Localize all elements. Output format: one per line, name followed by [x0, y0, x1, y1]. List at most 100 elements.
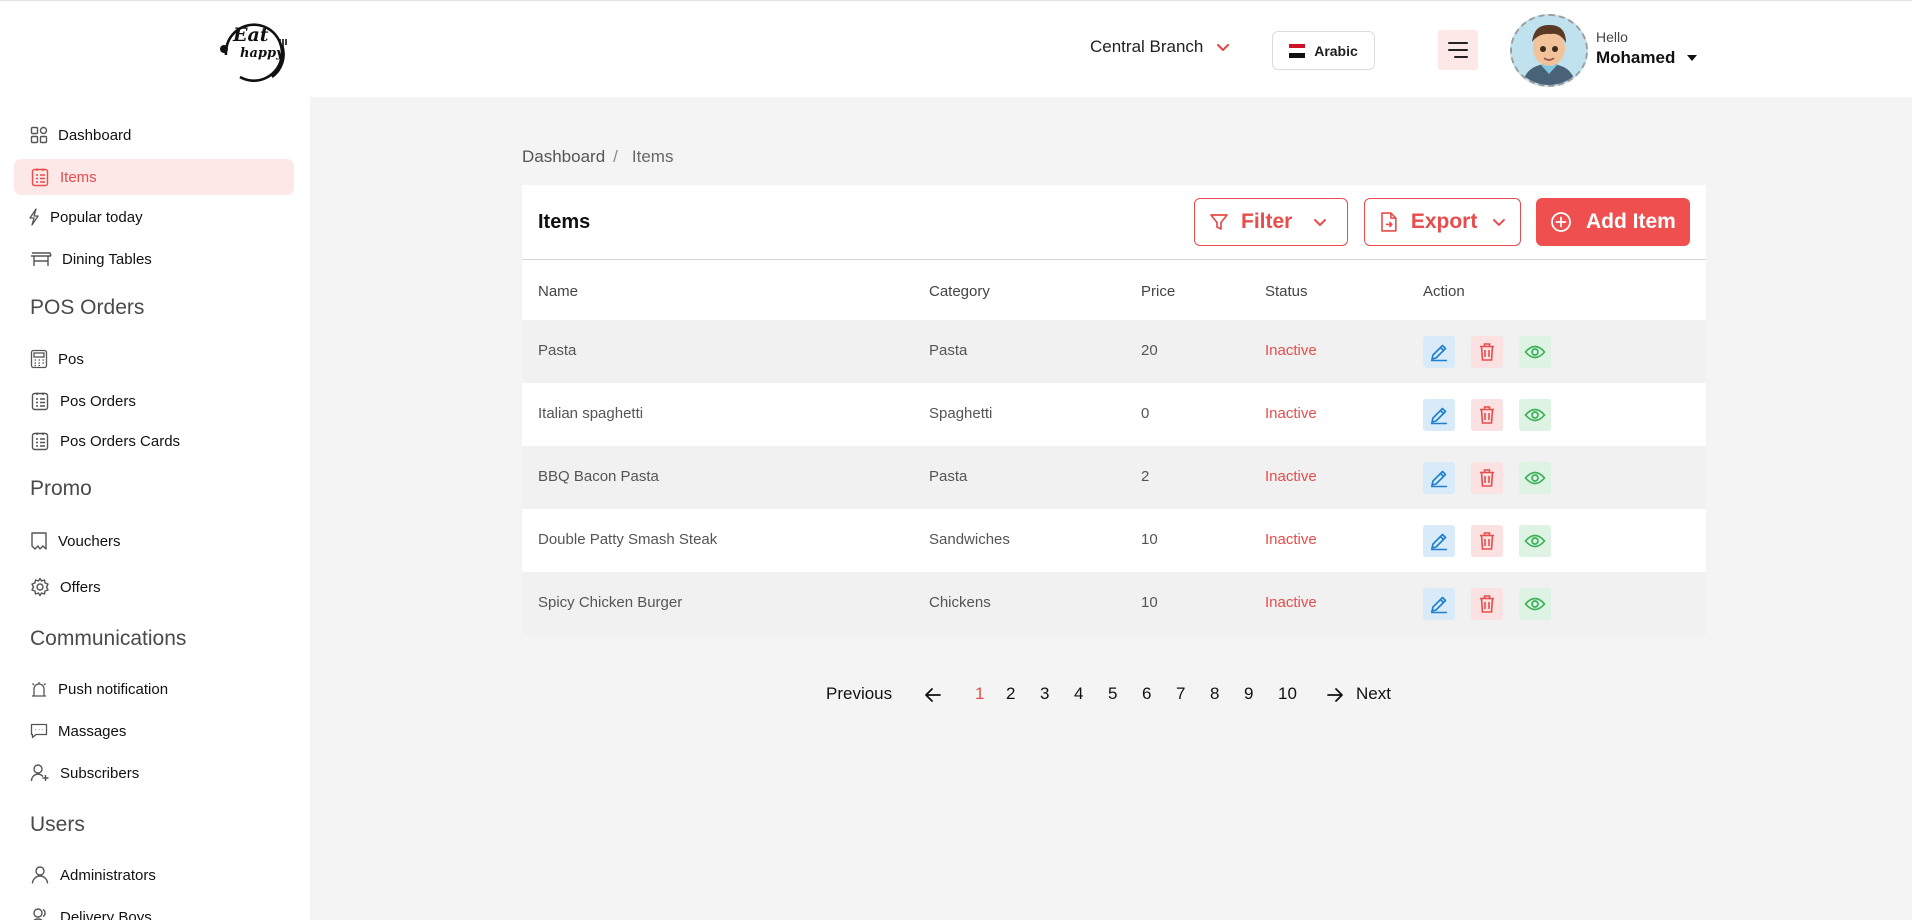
edit-button[interactable] — [1423, 525, 1455, 557]
status-badge: Inactive — [1265, 468, 1317, 485]
page-5-button[interactable]: 5 — [1108, 684, 1117, 704]
table-row: Double Patty Smash Steak Sandwiches 10 I… — [522, 509, 1706, 572]
sidebar-item-label: Massages — [58, 722, 127, 740]
hamburger-menu-icon — [1448, 42, 1468, 58]
breadcrumb-current: Items — [631, 147, 674, 166]
delete-button[interactable] — [1471, 399, 1503, 431]
page-4-button[interactable]: 4 — [1074, 684, 1083, 704]
delete-button[interactable] — [1471, 336, 1503, 368]
table-header: Name Category Price Status Action — [522, 260, 1706, 320]
eye-icon — [1524, 597, 1546, 611]
sidebar-item-popular-today[interactable]: Popular today — [14, 199, 294, 235]
edit-button[interactable] — [1423, 588, 1455, 620]
avatar[interactable] — [1510, 14, 1588, 87]
sidebar-item-delivery-boys[interactable]: Delivery Boys — [14, 899, 294, 920]
sidebar-item-label: Offers — [60, 578, 101, 596]
sidebar-item-dashboard[interactable]: Dashboard — [14, 117, 294, 153]
page-3-button[interactable]: 3 — [1040, 684, 1049, 704]
filter-button[interactable]: Filter — [1194, 198, 1348, 246]
branch-selector[interactable]: Central Branch — [1090, 37, 1231, 57]
user-menu[interactable]: Hello Mohamed — [1596, 29, 1698, 68]
user-name-text: Mohamed — [1596, 48, 1676, 67]
cell-name: Spicy Chicken Burger — [538, 594, 683, 611]
page-9-button[interactable]: 9 — [1244, 684, 1253, 704]
section-title-communications: Communications — [30, 627, 187, 650]
page-title: Items — [538, 211, 591, 233]
page-8-button[interactable]: 8 — [1210, 684, 1219, 704]
pencil-icon — [1431, 533, 1447, 551]
page-1-button[interactable]: 1 — [975, 684, 984, 704]
arrow-left-icon[interactable] — [924, 686, 942, 704]
previous-page-button[interactable]: Previous — [826, 684, 892, 704]
edit-button[interactable] — [1423, 399, 1455, 431]
sidebar-item-pos-orders[interactable]: Pos Orders — [14, 383, 294, 419]
sidebar-item-massages[interactable]: Massages — [14, 713, 294, 749]
chevron-down-icon — [1217, 43, 1230, 52]
view-button[interactable] — [1519, 588, 1551, 620]
edit-button[interactable] — [1423, 462, 1455, 494]
menu-toggle-button[interactable] — [1438, 30, 1478, 70]
file-export-icon — [1381, 212, 1397, 232]
pencil-icon — [1431, 596, 1447, 614]
export-button[interactable]: Export — [1364, 198, 1521, 246]
status-badge: Inactive — [1265, 594, 1317, 611]
logo-text-happy: happy — [240, 46, 284, 61]
view-button[interactable] — [1519, 462, 1551, 494]
sidebar-item-items[interactable]: Items — [14, 159, 294, 195]
dashboard-icon — [30, 126, 48, 144]
column-header-action: Action — [1423, 283, 1465, 300]
pencil-icon — [1431, 407, 1447, 425]
sidebar-item-label: Dining Tables — [62, 250, 152, 268]
view-button[interactable] — [1519, 399, 1551, 431]
gear-icon — [31, 577, 49, 597]
section-title-promo: Promo — [30, 477, 92, 500]
trash-icon — [1480, 343, 1494, 361]
column-header-category: Category — [929, 283, 990, 300]
page-7-button[interactable]: 7 — [1176, 684, 1185, 704]
eye-icon — [1524, 534, 1546, 548]
breadcrumb-home-link[interactable]: Dashboard — [522, 147, 605, 167]
view-button[interactable] — [1519, 525, 1551, 557]
eat-happy-logo[interactable]: Eat happy — [216, 15, 292, 85]
arrow-right-icon[interactable] — [1326, 686, 1344, 704]
section-title-pos-orders: POS Orders — [30, 296, 145, 319]
sidebar-item-vouchers[interactable]: Vouchers — [14, 523, 294, 559]
user-name: Mohamed — [1596, 48, 1698, 68]
sidebar-item-pos-orders-cards[interactable]: Pos Orders Cards — [14, 423, 294, 459]
breadcrumb: Dashboard / Items — [522, 147, 673, 167]
edit-button[interactable] — [1423, 336, 1455, 368]
sidebar-item-push-notification[interactable]: Push notification — [14, 671, 294, 707]
delete-button[interactable] — [1471, 462, 1503, 494]
cell-category: Sandwiches — [929, 531, 1010, 548]
sidebar-item-subscribers[interactable]: Subscribers — [14, 755, 294, 791]
pencil-icon — [1431, 470, 1447, 488]
cell-category: Pasta — [929, 342, 968, 359]
page-6-button[interactable]: 6 — [1142, 684, 1151, 704]
delete-button[interactable] — [1471, 588, 1503, 620]
page-2-button[interactable]: 2 — [1006, 684, 1015, 704]
branch-label: Central Branch — [1090, 37, 1204, 56]
page-10-button[interactable]: 10 — [1278, 684, 1297, 704]
view-button[interactable] — [1519, 336, 1551, 368]
sidebar-item-label: Dashboard — [58, 126, 132, 144]
pencil-icon — [1431, 344, 1447, 362]
sidebar-item-pos[interactable]: Pos — [14, 341, 294, 377]
next-page-button[interactable]: Next — [1356, 684, 1391, 704]
user-plus-icon — [30, 764, 49, 782]
cell-category: Spaghetti — [929, 405, 993, 422]
voucher-icon — [31, 532, 47, 550]
add-item-button[interactable]: Add Item — [1536, 198, 1690, 246]
language-button[interactable]: Arabic — [1272, 31, 1375, 70]
sidebar: Dashboard Items Popular today Dining Tab… — [0, 97, 310, 920]
filter-icon — [1210, 214, 1228, 230]
sidebar-item-dining-tables[interactable]: Dining Tables — [14, 241, 294, 277]
message-icon — [30, 723, 48, 739]
items-card: Items Filter Export Add Item Name Catego… — [522, 185, 1706, 635]
delete-button[interactable] — [1471, 525, 1503, 557]
sidebar-item-label: Popular today — [50, 208, 143, 226]
column-header-price: Price — [1141, 283, 1176, 300]
sidebar-item-administrators[interactable]: Administrators — [14, 857, 294, 893]
trash-icon — [1480, 595, 1494, 613]
table-row: BBQ Bacon Pasta Pasta 2 Inactive — [522, 446, 1706, 509]
sidebar-item-offers[interactable]: Offers — [14, 569, 294, 605]
